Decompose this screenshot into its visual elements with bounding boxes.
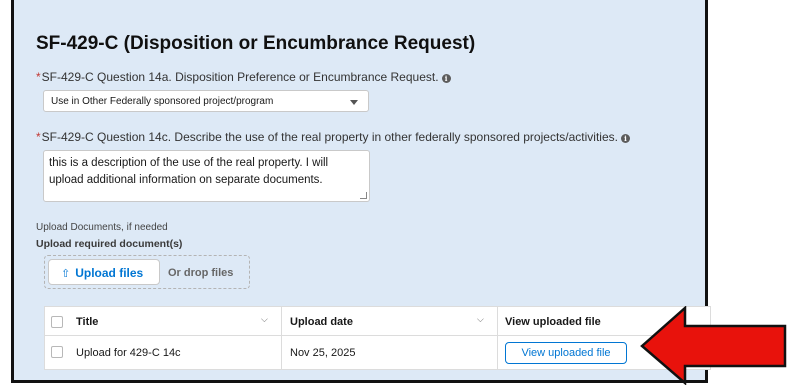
- select-all-checkbox[interactable]: [51, 316, 63, 328]
- info-icon[interactable]: i: [441, 74, 451, 83]
- upload-button-label: Upload files: [75, 266, 144, 280]
- select-value: Use in Other Federally sponsored project…: [51, 96, 274, 107]
- disposition-preference-select[interactable]: Use in Other Federally sponsored project…: [43, 90, 369, 112]
- view-uploaded-file-button[interactable]: View uploaded file: [505, 342, 627, 364]
- chevron-down-icon[interactable]: ⌵: [477, 315, 484, 325]
- section-title: SF-429-C (Disposition or Encumbrance Req…: [36, 33, 476, 54]
- form-panel: SF-429-C (Disposition or Encumbrance Req…: [11, 0, 711, 383]
- table-row: Upload for 429-C 14c Nov 25, 2025 View u…: [45, 336, 710, 370]
- column-header-title[interactable]: Title: [76, 316, 98, 328]
- red-arrow-annotation: [640, 306, 787, 385]
- file-title: Upload for 429-C 14c: [76, 347, 181, 359]
- drop-files-text: Or drop files: [168, 267, 234, 279]
- resize-grip-icon[interactable]: [360, 192, 367, 199]
- upload-icon: ⇧: [61, 267, 71, 280]
- table-header: Title ⌵ Upload date ⌵ View uploaded file: [45, 307, 710, 336]
- file-upload-date: Nov 25, 2025: [290, 347, 356, 359]
- info-icon[interactable]: i: [620, 134, 630, 143]
- file-dropzone[interactable]: ⇧ Upload files Or drop files: [44, 255, 250, 289]
- textarea-line: this is a description of the use of the …: [49, 157, 329, 169]
- chevron-down-icon: [350, 100, 358, 105]
- uploaded-files-table: Title ⌵ Upload date ⌵ View uploaded file…: [44, 306, 711, 370]
- required-marker: *: [36, 130, 41, 144]
- textarea-line: upload additional information on separat…: [49, 174, 323, 186]
- upload-required-label: Upload required document(s): [36, 238, 183, 250]
- question-14a-text: SF-429-C Question 14a. Disposition Prefe…: [41, 70, 439, 84]
- property-use-description-field[interactable]: this is a description of the use of the …: [43, 150, 370, 202]
- question-14c-label: *SF-429-C Question 14c. Describe the use…: [36, 130, 630, 144]
- chevron-down-icon[interactable]: ⌵: [261, 315, 268, 325]
- question-14a-label: *SF-429-C Question 14a. Disposition Pref…: [36, 70, 451, 84]
- column-header-view-file: View uploaded file: [505, 316, 601, 328]
- column-header-upload-date[interactable]: Upload date: [290, 316, 353, 328]
- upload-helper-text: Upload Documents, if needed: [36, 222, 168, 233]
- question-14c-text: SF-429-C Question 14c. Describe the use …: [41, 130, 618, 144]
- upload-files-button[interactable]: ⇧ Upload files: [48, 259, 160, 285]
- required-marker: *: [36, 70, 41, 84]
- row-checkbox[interactable]: [51, 346, 63, 358]
